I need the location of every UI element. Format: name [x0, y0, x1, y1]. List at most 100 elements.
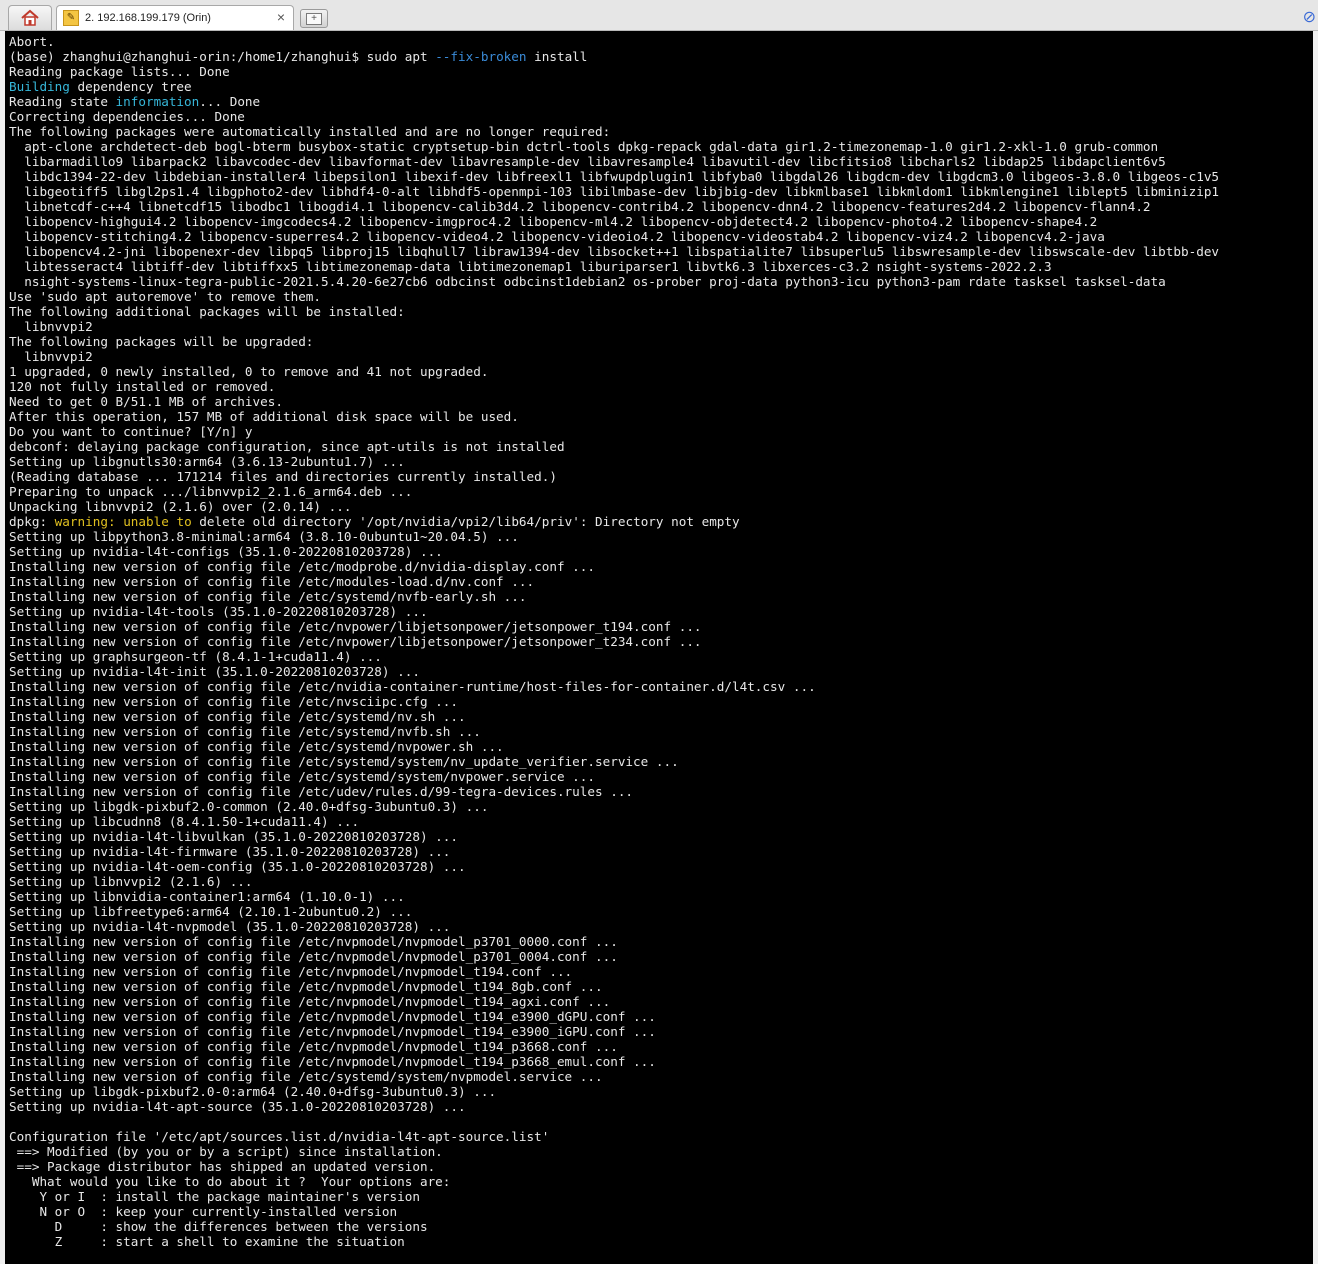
- terminal-line: (Reading database ... 171214 files and d…: [9, 469, 557, 484]
- terminal-line: What would you like to do about it ? You…: [9, 1174, 451, 1189]
- terminal-text-segment: ... Done: [199, 94, 261, 109]
- terminal-line: debconf: delaying package configuration,…: [9, 439, 565, 454]
- terminal-line: ==> Modified (by you or by a script) sin…: [9, 1144, 443, 1159]
- terminal-line: Setting up nvidia-l4t-init (35.1.0-20220…: [9, 664, 420, 679]
- terminal-line: Installing new version of config file /e…: [9, 559, 595, 574]
- terminal-line: dpkg: warning: unable to delete old dire…: [9, 514, 1313, 529]
- tab-bar: ✎ 2. 192.168.199.179 (Orin) × + ⊘: [0, 0, 1318, 31]
- terminal-line: Installing new version of config file /e…: [9, 754, 679, 769]
- paperclip-icon[interactable]: ⊘: [1303, 7, 1316, 27]
- terminal-line: Setting up libnvidia-container1:arm64 (1…: [9, 889, 405, 904]
- terminal-text-segment: dependency tree: [69, 79, 192, 94]
- plus-icon: +: [306, 12, 322, 25]
- terminal-line: Preparing to unpack .../libnvvpi2_2.1.6_…: [9, 484, 413, 499]
- terminal-line: Need to get 0 B/51.1 MB of archives.: [9, 394, 283, 409]
- terminal-line: Setting up libpython3.8-minimal:arm64 (3…: [9, 529, 519, 544]
- terminal-text-segment: Reading state: [9, 94, 116, 109]
- terminal-line: Installing new version of config file /e…: [9, 709, 466, 724]
- terminal-line: Installing new version of config file /e…: [9, 994, 611, 1009]
- terminal-line: Setting up libgdk-pixbuf2.0-common (2.40…: [9, 799, 489, 814]
- terminal-text-segment: dpkg:: [9, 514, 55, 529]
- terminal-line: Configuration file '/etc/apt/sources.lis…: [9, 1129, 550, 1144]
- terminal-line: libopencv-stitching4.2 libopencv-superre…: [9, 229, 1105, 244]
- terminal-line: Installing new version of config file /e…: [9, 589, 527, 604]
- terminal-line: Installing new version of config file /e…: [9, 679, 816, 694]
- close-icon[interactable]: ×: [277, 9, 285, 25]
- terminal-line: Setting up libcudnn8 (8.4.1.50-1+cuda11.…: [9, 814, 360, 829]
- terminal-line: (base) zhanghui@zhanghui-orin:/home1/zha…: [9, 49, 1313, 64]
- terminal-line: Unpacking libnvvpi2 (2.1.6) over (2.0.14…: [9, 499, 352, 514]
- terminal-line: Setting up libfreetype6:arm64 (2.10.1-2u…: [9, 904, 413, 919]
- tab-session-orin[interactable]: ✎ 2. 192.168.199.179 (Orin) ×: [56, 5, 294, 30]
- terminal-line: libnvvpi2: [9, 319, 93, 334]
- terminal-line: Installing new version of config file /e…: [9, 1039, 618, 1054]
- terminal-line: libgeotiff5 libgl2ps1.4 libgphoto2-dev l…: [9, 184, 1220, 199]
- terminal-line: libnetcdf-c++4 libnetcdf15 libodbc1 libo…: [9, 199, 1151, 214]
- wrench-icon: ✎: [63, 10, 79, 26]
- terminal-line: Z : start a shell to examine the situati…: [9, 1234, 405, 1249]
- terminal-line: Installing new version of config file /e…: [9, 694, 459, 709]
- terminal-line: Installing new version of config file /e…: [9, 1024, 656, 1039]
- terminal-line: apt-clone archdetect-deb bogl-bterm busy…: [9, 139, 1159, 154]
- terminal-text-segment: (base) zhanghui@zhanghui-orin:/home1/zha…: [9, 49, 436, 64]
- terminal-line: libopencv-highgui4.2 libopencv-imgcodecs…: [9, 214, 1098, 229]
- terminal-line: Reading state information... Done: [9, 94, 1313, 109]
- terminal-line: D : show the differences between the ver…: [9, 1219, 428, 1234]
- terminal-line: The following additional packages will b…: [9, 304, 405, 319]
- terminal-line: Installing new version of config file /e…: [9, 1009, 656, 1024]
- highlighted-text: warning:: [54, 514, 116, 529]
- terminal-line: Setting up graphsurgeon-tf (8.4.1-1+cuda…: [9, 649, 382, 664]
- terminal-line: Setting up libgnutls30:arm64 (3.6.13-2ub…: [9, 454, 405, 469]
- terminal-output[interactable]: Abort. (base) zhanghui@zhanghui-orin:/hom…: [5, 31, 1313, 1264]
- new-tab-button[interactable]: +: [300, 9, 328, 28]
- highlighted-text: Building: [9, 79, 70, 94]
- terminal-line: Installing new version of config file /e…: [9, 964, 573, 979]
- highlighted-text: information: [115, 94, 200, 109]
- terminal-line: The following packages were automaticall…: [9, 124, 611, 139]
- terminal-line: Y or I : install the package maintainer'…: [9, 1189, 420, 1204]
- terminal-line: libnvvpi2: [9, 349, 93, 364]
- terminal-line: Setting up nvidia-l4t-libvulkan (35.1.0-…: [9, 829, 459, 844]
- terminal-line: Installing new version of config file /e…: [9, 574, 535, 589]
- terminal-line: Setting up libnvvpi2 (2.1.6) ...: [9, 874, 253, 889]
- terminal-line: N or O : keep your currently-installed v…: [9, 1204, 398, 1219]
- terminal-line: Setting up nvidia-l4t-apt-source (35.1.0…: [9, 1099, 466, 1114]
- terminal-line: Setting up nvidia-l4t-nvpmodel (35.1.0-2…: [9, 919, 451, 934]
- terminal-text-segment: delete old directory '/opt/nvidia/vpi2/l…: [191, 514, 740, 529]
- terminal-line: Installing new version of config file /e…: [9, 1054, 656, 1069]
- terminal-line: Installing new version of config file /e…: [9, 1069, 603, 1084]
- terminal-line: Installing new version of config file /e…: [9, 949, 618, 964]
- terminal-line: Installing new version of config file /e…: [9, 634, 702, 649]
- terminal-line: Setting up nvidia-l4t-firmware (35.1.0-2…: [9, 844, 451, 859]
- terminal-line: Installing new version of config file /e…: [9, 934, 618, 949]
- terminal-line: Setting up nvidia-l4t-configs (35.1.0-20…: [9, 544, 443, 559]
- terminal-line: 1 upgraded, 0 newly installed, 0 to remo…: [9, 364, 489, 379]
- terminal-line: Installing new version of config file /e…: [9, 769, 595, 784]
- terminal-line: 120 not fully installed or removed.: [9, 379, 276, 394]
- terminal-line: Do you want to continue? [Y/n] y: [9, 424, 253, 439]
- terminal-line: Correcting dependencies... Done: [9, 109, 245, 124]
- terminal-line: After this operation, 157 MB of addition…: [9, 409, 519, 424]
- terminal-line: Use 'sudo apt autoremove' to remove them…: [9, 289, 322, 304]
- terminal-line: Installing new version of config file /e…: [9, 724, 481, 739]
- home-icon: [21, 9, 39, 26]
- terminal-line: libtesseract4 libtiff-dev libtiffxx5 lib…: [9, 259, 1052, 274]
- terminal-text: Abort. (base) zhanghui@zhanghui-orin:/hom…: [5, 31, 1313, 1249]
- terminal-line: Installing new version of config file /e…: [9, 784, 634, 799]
- terminal-line: nsight-systems-linux-tegra-public-2021.5…: [9, 274, 1166, 289]
- home-tab[interactable]: [8, 5, 52, 30]
- terminal-line: ==> Package distributor has shipped an u…: [9, 1159, 436, 1174]
- terminal-line: Installing new version of config file /e…: [9, 619, 702, 634]
- terminal-line: Setting up nvidia-l4t-oem-config (35.1.0…: [9, 859, 466, 874]
- highlighted-text: unable to: [123, 514, 192, 529]
- terminal-line: Installing new version of config file /e…: [9, 739, 504, 754]
- terminal-line: Setting up nvidia-l4t-tools (35.1.0-2022…: [9, 604, 428, 619]
- tab-title: 2. 192.168.199.179 (Orin): [85, 12, 211, 24]
- terminal-line: Setting up libgdk-pixbuf2.0-0:arm64 (2.4…: [9, 1084, 497, 1099]
- terminal-line: The following packages will be upgraded:: [9, 334, 314, 349]
- terminal-line: Reading package lists... Done: [9, 64, 230, 79]
- terminal-line: Installing new version of config file /e…: [9, 979, 603, 994]
- terminal-line: Abort.: [9, 34, 55, 49]
- terminal-line: Building dependency tree: [9, 79, 1313, 94]
